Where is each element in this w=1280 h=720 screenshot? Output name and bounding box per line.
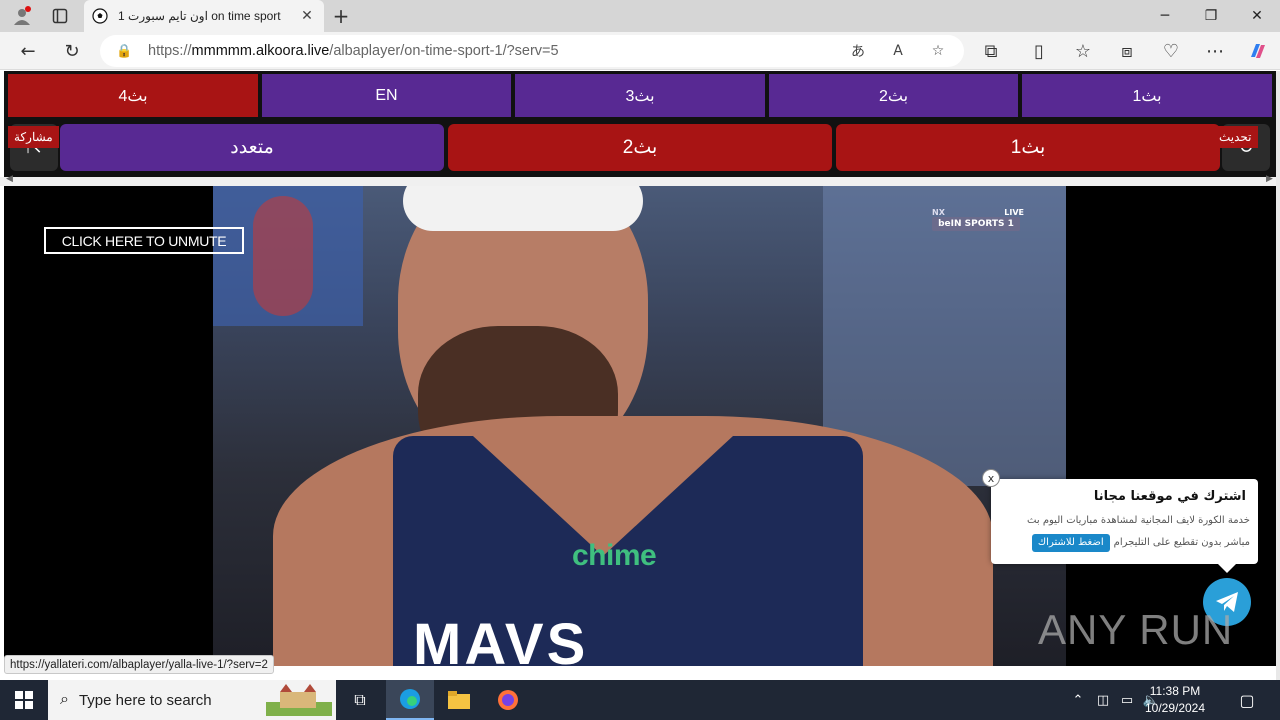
browser-tab-strip: اون تايم سبورت 1 on time sport ✕ + ─ ❐ ✕ <box>0 0 1280 32</box>
web-page: بث4 EN بث3 بث2 بث1 ⇱ متعدد بث2 بث1 ↻ مشا… <box>0 71 1280 680</box>
active-tab[interactable]: اون تايم سبورت 1 on time sport ✕ <box>84 0 324 32</box>
close-window-button[interactable]: ✕ <box>1234 0 1280 32</box>
more-menu-icon[interactable]: ⋯ <box>1199 35 1231 67</box>
stream-2-button[interactable]: بث2 <box>448 124 832 171</box>
server-button-2[interactable]: بث2 <box>769 74 1018 117</box>
server-button-1[interactable]: بث1 <box>1022 74 1272 117</box>
jersey-lettering: MAVS <box>413 612 589 666</box>
anyrun-watermark: ANY RUN <box>1038 606 1234 653</box>
soccer-ball-icon <box>92 8 108 24</box>
edge-taskbar-icon[interactable] <box>386 680 434 720</box>
windows-logo-icon <box>15 691 33 709</box>
video-player[interactable]: chime MAVS NX LIVE beIN SPORTS 1 CLICK H… <box>4 186 1276 666</box>
extensions-icon[interactable]: ⧉ <box>975 35 1007 67</box>
file-explorer-icon[interactable] <box>435 680 483 720</box>
restore-button[interactable]: ❐ <box>1188 0 1234 32</box>
favorites-icon[interactable]: ☆ <box>1067 35 1099 67</box>
server-button-3[interactable]: بث3 <box>515 74 765 117</box>
video-frame: chime MAVS NX LIVE beIN SPORTS 1 <box>213 186 1066 666</box>
popup-body: خدمة الكورة لايف المجانية لمشاهدة مباريا… <box>999 510 1250 554</box>
profile-icon[interactable] <box>6 0 38 32</box>
address-toolbar: ← ↻ 🔒 https://mmmmm.alkoora.live/albapla… <box>0 32 1280 70</box>
lock-icon: 🔒 <box>116 43 133 59</box>
nba-logo-shape <box>253 196 313 316</box>
split-screen-icon[interactable]: ▯ <box>1023 35 1055 67</box>
server-selector: بث4 EN بث3 بث2 بث1 ⇱ متعدد بث2 بث1 ↻ مشا… <box>4 71 1276 177</box>
refresh-button[interactable]: ↻ <box>56 35 88 67</box>
subscribe-button[interactable]: اضغط للاشتراك <box>1031 534 1110 552</box>
stream-multi-button[interactable]: متعدد <box>60 124 444 171</box>
jersey-sponsor: chime <box>572 539 657 572</box>
taskbar-search[interactable]: ⌕ Type here to search <box>48 680 336 720</box>
translate-icon[interactable]: あ <box>844 35 872 67</box>
task-view-icon[interactable]: ⧉ <box>336 680 384 720</box>
server-button-en[interactable]: EN <box>262 74 511 117</box>
collections-icon[interactable]: ⧈ <box>1111 35 1143 67</box>
firefox-icon[interactable] <box>484 680 532 720</box>
stream-1-button[interactable]: بث1 <box>836 124 1220 171</box>
read-aloud-icon[interactable]: A <box>884 35 912 67</box>
popup-pointer <box>1218 564 1236 573</box>
copilot-icon[interactable] <box>1242 35 1274 67</box>
status-bar-url: https://yallateri.com/albaplayer/yalla-l… <box>4 655 274 674</box>
horizontal-scrollbar[interactable]: ◀ ▶ <box>0 174 1280 186</box>
system-clock[interactable]: 11:38 PM 10/29/2024 <box>1130 683 1220 717</box>
popup-title: اشترك في موقعنا مجانا <box>1093 489 1246 504</box>
share-label[interactable]: مشاركة <box>8 126 59 148</box>
channel-logo: NX LIVE beIN SPORTS 1 <box>932 208 1024 231</box>
search-placeholder: Type here to search <box>78 691 212 709</box>
minimize-button[interactable]: ─ <box>1142 0 1188 32</box>
back-button[interactable]: ← <box>12 35 44 67</box>
search-highlight-castle-icon <box>266 684 332 716</box>
tray-device-icon[interactable]: ◫ <box>1092 680 1114 720</box>
server-button-4[interactable]: بث4 <box>8 74 258 117</box>
tab-actions-icon[interactable] <box>44 0 76 32</box>
favorite-star-icon[interactable]: ☆ <box>924 35 952 67</box>
popup-close-icon[interactable]: x <box>982 469 1000 487</box>
browser-essentials-icon[interactable]: ♡ <box>1155 35 1187 67</box>
tab-title: اون تايم سبورت 1 on time sport <box>118 9 281 23</box>
tab-close-icon[interactable]: ✕ <box>298 8 316 24</box>
new-tab-icon[interactable]: + <box>328 0 354 32</box>
address-bar[interactable]: 🔒 https://mmmmm.alkoora.live/albaplayer/… <box>100 35 964 67</box>
search-icon: ⌕ <box>60 691 69 708</box>
tray-chevron-icon[interactable]: ⌃ <box>1068 680 1088 720</box>
start-button[interactable] <box>0 680 48 720</box>
refresh-label[interactable]: تحديث <box>1213 126 1258 148</box>
url-text: https://mmmmm.alkoora.live/albaplayer/on… <box>148 43 559 59</box>
unmute-button[interactable]: CLICK HERE TO UNMUTE <box>44 227 244 254</box>
windows-taskbar: ⌕ Type here to search ⧉ ⌃ ◫ ▭ 🔈 11:38 PM… <box>0 680 1280 720</box>
notifications-icon[interactable]: ▢ <box>1232 680 1262 720</box>
vertical-scrollbar[interactable] <box>1276 71 1280 680</box>
subscribe-popup: اشترك في موقعنا مجانا خدمة الكورة لايف ا… <box>991 479 1258 564</box>
headband <box>403 186 643 231</box>
